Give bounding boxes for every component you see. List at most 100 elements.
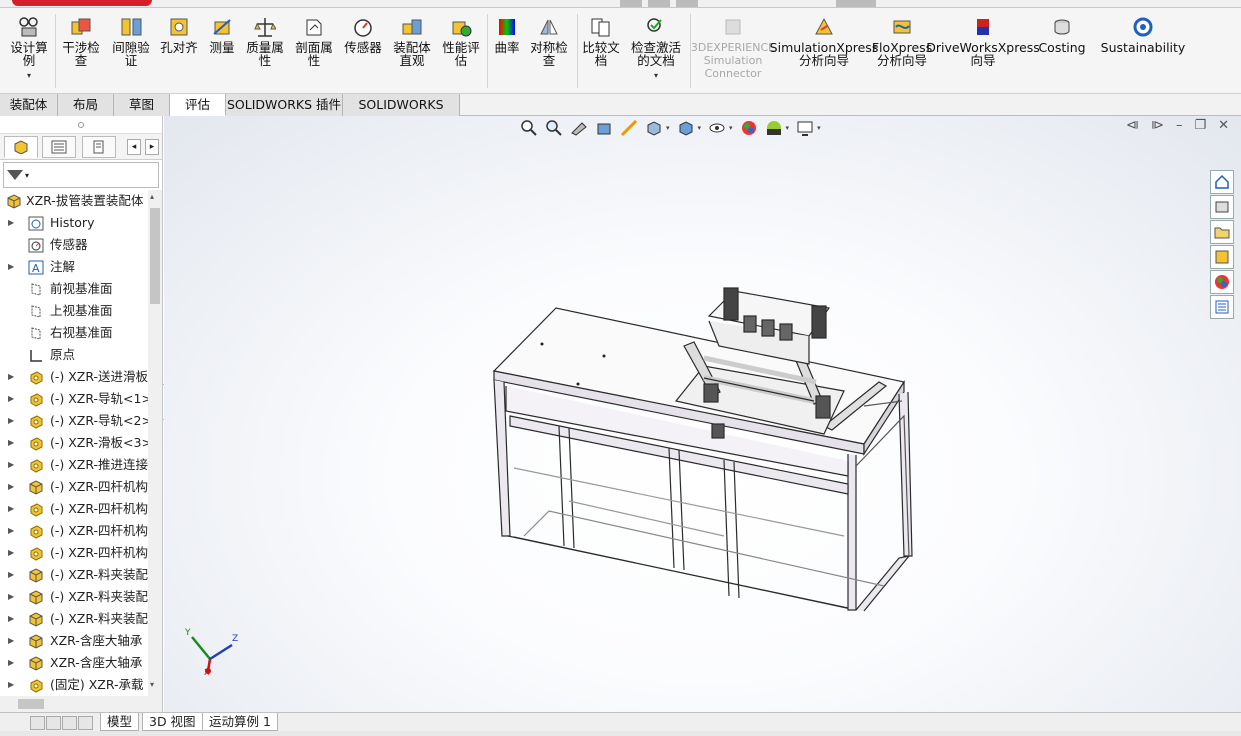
tree-item[interactable]: ▶ XZR-含座大轴承 [0,652,148,674]
tree-item[interactable]: ▶ (-) XZR-四杆机构 [0,542,148,564]
chevron-down-icon[interactable]: ▾ [654,69,658,82]
expand-arrow-icon[interactable]: ▶ [8,476,14,498]
quick-access-button[interactable] [836,0,876,7]
tree-item[interactable]: ▶ A 注解 [0,256,148,278]
tab-evaluate[interactable]: 评估 [170,94,226,116]
next-tab-button[interactable] [62,716,77,730]
tree-item[interactable]: ▶ (-) XZR-四杆机构 [0,498,148,520]
tab-feature-manager[interactable] [4,136,38,158]
tree-item[interactable]: 上视基准面 [0,300,148,322]
curvature-button[interactable]: 曲率 [490,12,524,92]
expand-arrow-icon[interactable]: ▶ [8,410,14,432]
tab-sketch[interactable]: 草图 [114,94,170,116]
tab-3d-view[interactable]: 3D 视图 [142,713,203,731]
clearance-verification-button[interactable]: 间隙验证 [108,12,154,92]
first-tab-button[interactable] [30,716,45,730]
check-active-document-button[interactable]: 检查激活的文档 ▾ [626,12,686,92]
measure-button[interactable]: 测量 [205,12,239,92]
tree-item[interactable]: 传感器 [0,234,148,256]
mass-properties-button[interactable]: 质量属性 [242,12,288,92]
scrollbar-thumb[interactable] [18,699,44,709]
tab-scroll-left[interactable]: ◂ [127,139,141,155]
expand-arrow-icon[interactable]: ▶ [8,454,14,476]
tree-item[interactable]: ▶ (-) XZR-滑板<3> [0,432,148,454]
tab-solidworks-addins[interactable]: SOLIDWORKS 插件 [226,94,343,116]
tab-property-manager[interactable] [42,136,76,158]
home-icon[interactable] [1210,170,1234,194]
previous-tab-button[interactable] [46,716,61,730]
tree-filter[interactable]: ▾ [3,162,159,188]
tree-item[interactable]: ▶ (-) XZR-四杆机构 [0,476,148,498]
scrollbar-thumb[interactable] [150,208,160,304]
design-library-icon[interactable] [1210,195,1234,219]
expand-arrow-icon[interactable]: ▶ [8,366,14,388]
tree-horizontal-scrollbar[interactable] [0,696,162,712]
view-palette-icon[interactable] [1210,245,1234,269]
design-study-button[interactable]: 设计算例 ▾ [6,12,52,92]
tree-root-assembly[interactable]: XZR-拔管装置装配体 [0,190,148,212]
3dexperience-simulation-connector-button[interactable]: 3DEXPERIENCE Simulation Connector [691,12,775,92]
section-icon [303,16,325,38]
tree-item[interactable]: ▶ (固定) XZR-承载 [0,674,148,696]
tree-item[interactable]: ▶ (-) XZR-送进滑板< [0,366,148,388]
appearances-icon[interactable] [1210,270,1234,294]
chevron-down-icon[interactable]: ▾ [27,69,31,82]
tree-item[interactable]: ▶ (-) XZR-导轨<1> [0,388,148,410]
expand-arrow-icon[interactable]: ▶ [8,498,14,520]
expand-arrow-icon[interactable]: ▶ [8,256,14,278]
tab-model[interactable]: 模型 [100,713,140,731]
quick-access-button[interactable] [648,0,670,7]
sustainability-button[interactable]: Sustainability [1094,12,1192,92]
tree-item[interactable]: 前视基准面 [0,278,148,300]
hole-alignment-button[interactable]: 孔对齐 [157,12,201,92]
expand-arrow-icon[interactable]: ▶ [8,542,14,564]
expand-arrow-icon[interactable]: ▶ [8,608,14,630]
interference-check-button[interactable]: 干涉检查 [58,12,104,92]
tree-item[interactable]: ▶ History [0,212,148,234]
symmetry-check-button[interactable]: 对称检查 [526,12,572,92]
tree-item[interactable]: 原点 [0,344,148,366]
quick-access-button[interactable] [676,0,698,7]
tree-item[interactable]: 右视基准面 [0,322,148,344]
tree-item[interactable]: ▶ (-) XZR-料夹装配 [0,608,148,630]
tree-item[interactable]: ▶ XZR-含座大轴承 [0,630,148,652]
expand-arrow-icon[interactable]: ▶ [8,674,14,696]
tab-configuration-manager[interactable] [82,136,116,158]
tab-scroll-right[interactable]: ▸ [145,139,159,155]
driveworksxpress-button[interactable]: DriveWorksXpress 向导 [926,12,1040,92]
custom-properties-icon[interactable] [1210,295,1234,319]
expand-arrow-icon[interactable]: ▶ [8,520,14,542]
tree-item[interactable]: ▶ (-) XZR-料夹装配 [0,564,148,586]
simulationxpress-button[interactable]: SimulationXpress 分析向导 [770,12,878,92]
panel-grip[interactable] [0,116,162,134]
section-properties-button[interactable]: 剖面属性 [291,12,337,92]
performance-evaluation-button[interactable]: 性能评估 [438,12,484,92]
expand-arrow-icon[interactable]: ▶ [8,630,14,652]
floxpress-button[interactable]: FloXpress 分析向导 [872,12,932,92]
tree-item[interactable]: ▶ (-) XZR-推进连接 [0,454,148,476]
tree-vertical-scrollbar[interactable]: ▴ ▾ [148,190,162,696]
quick-access-button[interactable] [620,0,642,7]
compare-documents-button[interactable]: 比较文档 [580,12,622,92]
tree-item[interactable]: ▶ (-) XZR-四杆机构 [0,520,148,542]
expand-arrow-icon[interactable]: ▶ [8,586,14,608]
expand-arrow-icon[interactable]: ▶ [8,564,14,586]
expand-arrow-icon[interactable]: ▶ [8,652,14,674]
expand-arrow-icon[interactable]: ▶ [8,432,14,454]
tab-layout[interactable]: 布局 [58,94,114,116]
last-tab-button[interactable] [78,716,93,730]
expand-arrow-icon[interactable]: ▶ [8,212,14,234]
tree-item[interactable]: ▶ (-) XZR-料夹装配 [0,586,148,608]
sensor-button[interactable]: 传感器 [340,12,386,92]
tab-motion-study[interactable]: 运动算例 1 [202,713,278,731]
tree-item[interactable]: ▶ (-) XZR-导轨<2> [0,410,148,432]
assembly-model-render[interactable] [164,116,1241,712]
graphics-viewport[interactable]: ▾ ▾ ▾ ▾ ▾ ⧏ ⧐ – ❐ ✕ Y Z X [164,116,1241,712]
assembly-icon [28,568,44,583]
tab-solidworks-mbd[interactable]: SOLIDWORKS MBD [343,94,460,133]
file-explorer-icon[interactable] [1210,220,1234,244]
costing-button[interactable]: Costing [1036,12,1088,92]
tab-assembly[interactable]: 装配体 [0,94,58,116]
assembly-visualization-button[interactable]: 装配体直观 [388,12,436,92]
expand-arrow-icon[interactable]: ▶ [8,388,14,410]
